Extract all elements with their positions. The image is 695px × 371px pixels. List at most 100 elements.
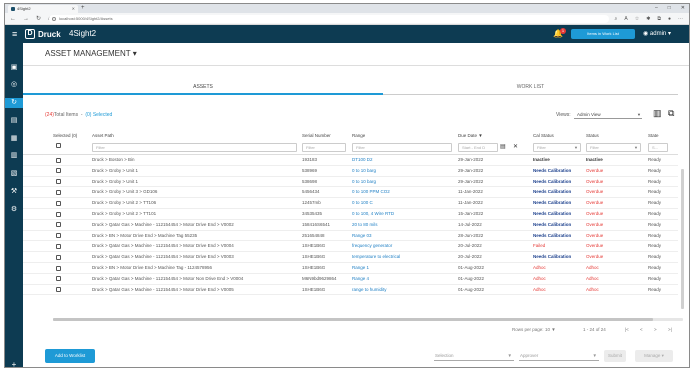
analytics-icon[interactable]: ▥: [9, 151, 19, 161]
calibration-icon[interactable]: ↻: [5, 98, 23, 108]
table-row[interactable]: Druck > Boston > Bin 193183 DT100 D2 29-Jan…: [23, 155, 678, 166]
table-row[interactable]: Druck > Groby > Unit 1 538698 0 to 10 barg…: [23, 177, 678, 188]
selection-select[interactable]: Selection ▼: [434, 351, 514, 361]
range-link[interactable]: 20 to 80 mils: [352, 220, 456, 230]
column-header-cal-status[interactable]: Cal Status: [533, 131, 554, 140]
range-link[interactable]: 0 to 10 barg: [352, 166, 456, 176]
asset-path-cell[interactable]: Druck > Qatar Gas > Machine - 112154454 …: [92, 274, 298, 284]
maximize-icon[interactable]: □: [668, 4, 671, 13]
horizontal-scrollbar-thumb[interactable]: [53, 318, 653, 321]
asset-path-cell[interactable]: Druck > Groby > Unit 1: [92, 166, 298, 176]
table-row[interactable]: Druck > Groby > Unit 2 > TT106 12457mb 0 t…: [23, 198, 678, 209]
row-checkbox[interactable]: [56, 211, 61, 217]
column-header-due-date[interactable]: Due Date ▼: [458, 131, 483, 140]
view-select[interactable]: Admin View ▼: [574, 110, 642, 119]
column-header-serial-number[interactable]: Serial Number: [302, 131, 331, 140]
url-input[interactable]: localhost:5000/4Sight2/Assets: [49, 15, 609, 23]
last-page-icon[interactable]: >|: [668, 325, 672, 335]
column-header-asset-path[interactable]: Asset Path: [92, 131, 114, 140]
row-checkbox[interactable]: [56, 157, 61, 163]
row-checkbox[interactable]: [56, 168, 61, 174]
range-link[interactable]: 0 to 100, 4 Wire RTD: [352, 209, 456, 219]
column-header-status[interactable]: Status: [586, 131, 599, 140]
add-to-worklist-button[interactable]: Add to Worklist: [45, 349, 95, 363]
asset-path-cell[interactable]: Druck > Qatar Gas > Machine - 112154454 …: [92, 220, 298, 230]
row-checkbox[interactable]: [56, 233, 61, 239]
tab-assets[interactable]: ASSETS: [23, 81, 383, 95]
column-header-state[interactable]: State: [648, 131, 659, 140]
asset-path-cell[interactable]: Druck > Qatar Gas > Machine - 112154454 …: [92, 252, 298, 262]
more-icon[interactable]: ⋯: [678, 13, 683, 25]
due-date-filter[interactable]: Start - End D: [458, 143, 498, 152]
range-link[interactable]: 0 to 100 C: [352, 198, 456, 208]
documents-icon[interactable]: ▧: [9, 169, 19, 179]
manage-button[interactable]: Manage ▾: [635, 350, 673, 362]
asset-path-cell[interactable]: Druck > BN > Motor Drive End > Machine T…: [92, 263, 298, 273]
forward-icon[interactable]: →: [23, 13, 29, 25]
extensions-icon[interactable]: ✱: [646, 13, 650, 25]
row-checkbox[interactable]: [56, 189, 61, 195]
export-icon[interactable]: ⧉: [668, 108, 674, 119]
table-row[interactable]: Druck > Qatar Gas > Machine - 112154454 …: [23, 274, 678, 285]
serial-number-filter[interactable]: Filter: [302, 143, 346, 152]
asset-path-cell[interactable]: Druck > Groby > Unit 1: [92, 177, 298, 187]
asset-path-cell[interactable]: Druck > Groby > Unit 3 > GD106: [92, 187, 298, 197]
browser-tab[interactable]: 4Sight2 ✕: [8, 5, 78, 13]
range-link[interactable]: Range 4: [352, 274, 456, 284]
reload-icon[interactable]: ↻: [36, 13, 41, 25]
table-row[interactable]: Druck > Qatar Gas > Machine - 112154454 …: [23, 220, 678, 231]
range-filter[interactable]: Filter: [352, 143, 452, 152]
tools-icon[interactable]: ⚒: [9, 187, 19, 197]
row-checkbox[interactable]: [56, 179, 61, 185]
range-link[interactable]: range to humidity: [352, 285, 456, 295]
row-checkbox[interactable]: [56, 254, 61, 260]
table-row[interactable]: Druck > Qatar Gas > Machine - 112154454 …: [23, 241, 678, 253]
collections-icon[interactable]: ⧉: [657, 13, 661, 25]
favorite-star-icon[interactable]: ☆: [635, 13, 639, 25]
close-tab-icon[interactable]: ✕: [72, 5, 75, 13]
asset-path-cell[interactable]: Druck > Qatar Gas > Machine - 112154454 …: [92, 285, 298, 295]
range-link[interactable]: 0 to 10 barg: [352, 177, 456, 187]
profile-icon[interactable]: ●: [668, 13, 671, 25]
table-row[interactable]: Druck > Qatar Gas > Machine - 112154454 …: [23, 285, 678, 296]
items-in-worklist-button[interactable]: Items in Work List: [571, 29, 635, 39]
reports-icon[interactable]: ▦: [9, 134, 19, 144]
asset-path-cell[interactable]: Druck > Groby > Unit 2 > TT106: [92, 198, 298, 208]
rows-per-page-select[interactable]: 10 ▼: [545, 325, 556, 335]
minimize-icon[interactable]: –: [655, 4, 658, 13]
user-menu[interactable]: ◉ admin ▾: [643, 29, 671, 39]
asset-icon[interactable]: ◎: [9, 80, 19, 90]
site-info-icon[interactable]: [52, 17, 56, 21]
approver-select[interactable]: Approver ▼: [519, 351, 599, 361]
add-icon[interactable]: +: [9, 361, 19, 368]
cal-status-filter[interactable]: Filter ▼: [533, 143, 581, 152]
close-window-icon[interactable]: ✕: [681, 4, 685, 13]
zoom-icon[interactable]: ⌕: [615, 13, 618, 25]
asset-path-cell[interactable]: Druck > Groby > Unit 2 > TT101: [92, 209, 298, 219]
status-filter[interactable]: Filter ▼: [586, 143, 641, 152]
menu-icon[interactable]: ≡: [12, 28, 17, 40]
submit-button[interactable]: Submit: [604, 350, 626, 362]
range-link[interactable]: DT100 D2: [352, 155, 456, 165]
state-filter[interactable]: S...: [648, 143, 668, 152]
asset-path-filter[interactable]: Filter: [92, 143, 297, 152]
table-row[interactable]: Druck > BN > Motor Drive End > Machine T…: [23, 231, 678, 242]
tab-work-list[interactable]: WORK LIST: [383, 81, 678, 95]
row-checkbox[interactable]: [56, 276, 61, 282]
clear-filter-icon[interactable]: ✕: [513, 143, 518, 152]
range-link[interactable]: Range 1: [352, 263, 456, 273]
range-link[interactable]: frequency generator: [352, 241, 456, 251]
row-checkbox[interactable]: [56, 222, 61, 228]
columns-icon[interactable]: ▥: [653, 108, 662, 119]
table-row[interactable]: Druck > Groby > Unit 3 > GD106 5456434 0 t…: [23, 187, 678, 199]
row-checkbox[interactable]: [56, 200, 61, 206]
range-link[interactable]: Range 03: [352, 231, 456, 241]
table-row[interactable]: Druck > Qatar Gas > Machine - 112154454 …: [23, 252, 678, 263]
new-tab-icon[interactable]: +: [81, 4, 85, 13]
instruments-icon[interactable]: ▤: [9, 116, 19, 126]
back-icon[interactable]: ←: [10, 13, 16, 25]
calendar-icon[interactable]: ▤: [500, 143, 506, 152]
asset-path-cell[interactable]: Druck > BN > Motor Drive End > Machine T…: [92, 231, 298, 241]
select-all-checkbox[interactable]: [56, 143, 61, 148]
row-checkbox[interactable]: [56, 265, 61, 271]
